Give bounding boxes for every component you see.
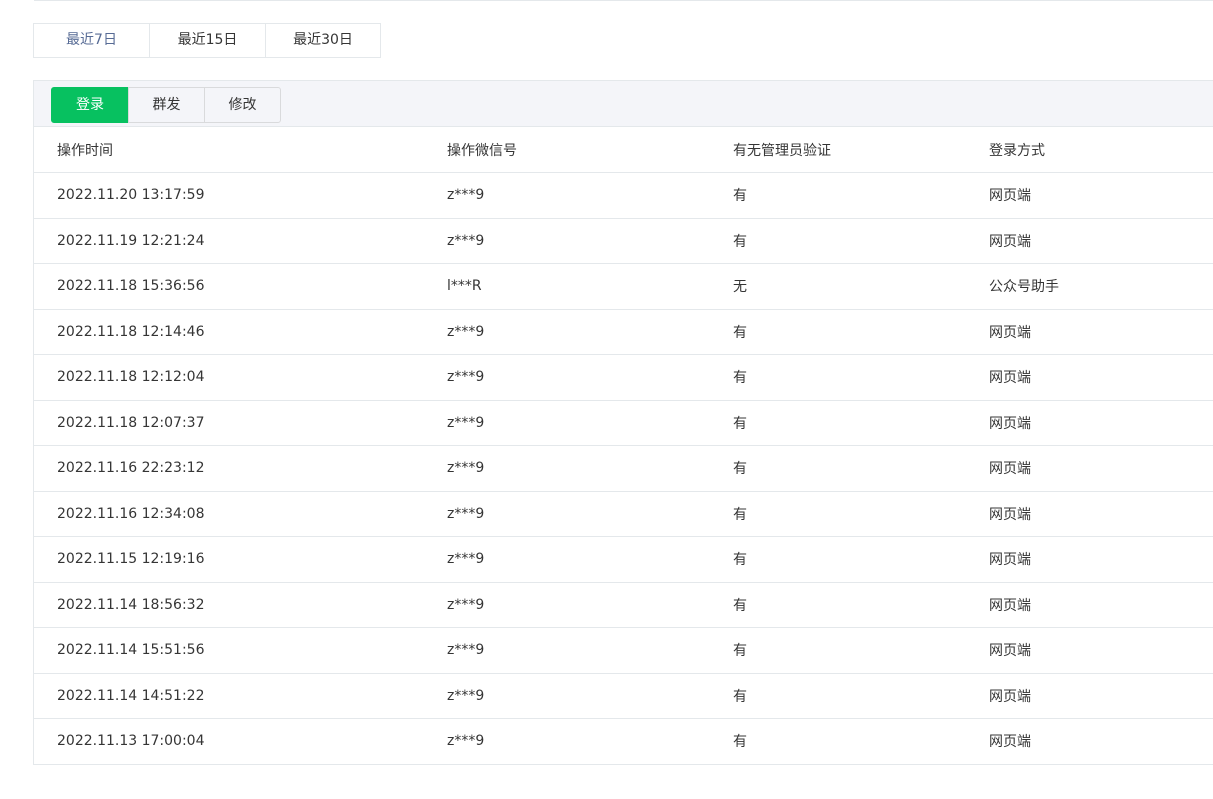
operation-log-panel: 登录 群发 修改 操作时间 操作微信号 有无管理员验证 登录方式 2022.11… <box>33 80 1213 765</box>
cell-wechat-id: z***9 <box>447 460 485 477</box>
table-row: 2022.11.13 17:00:04 z***9 有 网页端 <box>34 719 1213 765</box>
table-row: 2022.11.18 12:12:04 z***9 有 网页端 <box>34 355 1213 401</box>
tab-login[interactable]: 登录 <box>51 87 129 123</box>
column-header-time: 操作时间 <box>57 142 113 159</box>
cell-login-method: 网页端 <box>989 597 1031 614</box>
cell-time: 2022.11.20 13:17:59 <box>57 187 205 204</box>
cell-admin-verification: 有 <box>733 188 747 205</box>
cell-time: 2022.11.15 12:19:16 <box>57 551 205 568</box>
cell-login-method: 网页端 <box>989 506 1031 523</box>
cell-wechat-id: z***9 <box>447 369 485 386</box>
cell-login-method: 网页端 <box>989 415 1031 432</box>
cell-admin-verification: 有 <box>733 597 747 614</box>
login-log-table: 操作时间 操作微信号 有无管理员验证 登录方式 2022.11.20 13:17… <box>34 127 1213 765</box>
cell-admin-verification: 有 <box>733 734 747 751</box>
cell-login-method: 网页端 <box>989 324 1031 341</box>
cell-wechat-id: z***9 <box>447 733 485 750</box>
cell-login-method: 网页端 <box>989 643 1031 660</box>
table-row: 2022.11.14 14:51:22 z***9 有 网页端 <box>34 674 1213 719</box>
table-row: 2022.11.16 22:23:12 z***9 有 网页端 <box>34 446 1213 492</box>
cell-admin-verification: 有 <box>733 324 747 341</box>
table-row: 2022.11.18 15:36:56 l***R 无 公众号助手 <box>34 264 1213 310</box>
cell-admin-verification: 无 <box>733 279 747 296</box>
log-type-tabbar: 登录 群发 修改 <box>34 80 1213 127</box>
cell-time: 2022.11.14 18:56:32 <box>57 596 205 613</box>
cell-wechat-id: z***9 <box>447 551 485 568</box>
cell-time: 2022.11.18 12:14:46 <box>57 323 205 340</box>
cell-time: 2022.11.18 15:36:56 <box>57 278 205 295</box>
cell-wechat-id: z***9 <box>447 232 485 249</box>
cell-login-method: 网页端 <box>989 370 1031 387</box>
cell-admin-verification: 有 <box>733 370 747 387</box>
table-row: 2022.11.18 12:14:46 z***9 有 网页端 <box>34 310 1213 355</box>
tab-mass-send[interactable]: 群发 <box>128 87 205 123</box>
cell-time: 2022.11.16 22:23:12 <box>57 460 205 477</box>
cell-admin-verification: 有 <box>733 643 747 660</box>
table-row: 2022.11.14 15:51:56 z***9 有 网页端 <box>34 628 1213 674</box>
cell-wechat-id: z***9 <box>447 687 485 704</box>
cell-login-method: 公众号助手 <box>989 279 1059 296</box>
cell-wechat-id: l***R <box>447 278 482 295</box>
cell-login-method: 网页端 <box>989 552 1031 569</box>
table-row: 2022.11.19 12:21:24 z***9 有 网页端 <box>34 219 1213 264</box>
cell-time: 2022.11.14 14:51:22 <box>57 687 205 704</box>
cell-login-method: 网页端 <box>989 188 1031 205</box>
column-header-admin-verification: 有无管理员验证 <box>733 142 831 159</box>
cell-time: 2022.11.14 15:51:56 <box>57 642 205 659</box>
column-header-login-method: 登录方式 <box>989 142 1045 159</box>
table-body: 2022.11.20 13:17:59 z***9 有网页端 2022.11.19 1… <box>34 173 1213 765</box>
cell-login-method: 网页端 <box>989 233 1031 250</box>
cell-admin-verification: 有 <box>733 233 747 250</box>
cell-time: 2022.11.19 12:21:24 <box>57 232 205 249</box>
table-row: 2022.11.18 12:07:37 z***9 有 网页端 <box>34 401 1213 446</box>
table-row: 2022.11.16 12:34:08 z***9 有 网页端 <box>34 492 1213 537</box>
cell-wechat-id: z***9 <box>447 414 485 431</box>
cell-wechat-id: z***9 <box>447 187 485 204</box>
cell-login-method: 网页端 <box>989 461 1031 478</box>
cell-time: 2022.11.16 12:34:08 <box>57 505 205 522</box>
cell-wechat-id: z***9 <box>447 505 485 522</box>
cell-wechat-id: z***9 <box>447 323 485 340</box>
top-divider <box>34 0 1213 1</box>
cell-wechat-id: z***9 <box>447 642 485 659</box>
table-header-row: 操作时间 操作微信号 有无管理员验证 登录方式 <box>34 127 1213 173</box>
table-row: 2022.11.20 13:17:59 z***9 有 网页端 <box>34 173 1213 219</box>
column-header-wechat-id: 操作微信号 <box>447 142 517 159</box>
cell-time: 2022.11.13 17:00:04 <box>57 733 205 750</box>
cell-wechat-id: z***9 <box>447 596 485 613</box>
cell-admin-verification: 有 <box>733 506 747 523</box>
date-range-selector: 最近7日 最近15日 最近30日 <box>33 23 381 58</box>
cell-admin-verification: 有 <box>733 552 747 569</box>
cell-login-method: 网页端 <box>989 734 1031 751</box>
cell-time: 2022.11.18 12:12:04 <box>57 369 205 386</box>
cell-time: 2022.11.18 12:07:37 <box>57 414 205 431</box>
log-type-tabs: 登录 群发 修改 <box>51 87 281 123</box>
cell-admin-verification: 有 <box>733 688 747 705</box>
range-7-days-button[interactable]: 最近7日 <box>34 24 149 57</box>
table-row: 2022.11.15 12:19:16 z***9 有 网页端 <box>34 537 1213 583</box>
range-15-days-button[interactable]: 最近15日 <box>149 24 265 57</box>
cell-admin-verification: 有 <box>733 461 747 478</box>
cell-admin-verification: 有 <box>733 415 747 432</box>
tab-modify[interactable]: 修改 <box>204 87 281 123</box>
cell-login-method: 网页端 <box>989 688 1031 705</box>
range-30-days-button[interactable]: 最近30日 <box>265 24 380 57</box>
table-row: 2022.11.14 18:56:32 z***9 有 网页端 <box>34 583 1213 628</box>
